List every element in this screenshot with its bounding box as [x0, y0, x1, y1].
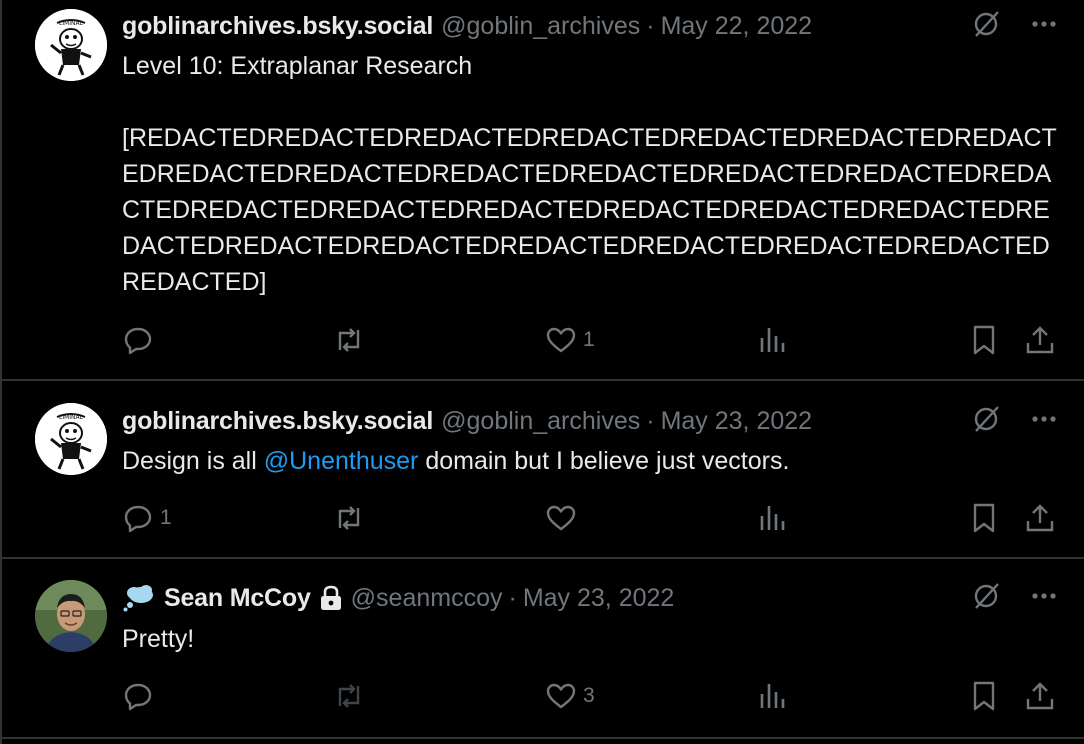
- post-text-segment: Design is all: [122, 447, 264, 475]
- post-header: goblinarchives.bsky.social @goblin_archi…: [122, 9, 812, 43]
- share-button[interactable]: [1024, 322, 1056, 358]
- repost-icon: [338, 506, 360, 530]
- svg-text:LIMINAL: LIMINAL: [59, 414, 84, 421]
- display-name[interactable]: goblinarchives.bsky.social: [122, 12, 433, 41]
- separator: ·: [646, 11, 655, 40]
- goblin-avatar-image: LIMINAL: [35, 9, 107, 81]
- more-icon[interactable]: [1030, 405, 1058, 438]
- bookmark-button[interactable]: [970, 678, 998, 714]
- like-button[interactable]: 1: [545, 322, 595, 358]
- thought-bubble-icon: [122, 584, 156, 612]
- user-handle[interactable]: @seanmccoy: [351, 584, 503, 613]
- like-count: 3: [583, 684, 595, 707]
- post-text: Pretty!: [122, 625, 195, 653]
- hidden-slash-icon[interactable]: [970, 580, 1002, 617]
- reply-button[interactable]: [122, 322, 160, 358]
- svg-text:LIMINAL: LIMINAL: [59, 20, 84, 27]
- post-actions: 1: [122, 322, 1062, 358]
- post-actions: 3: [122, 678, 1062, 714]
- views-button[interactable]: [758, 322, 786, 358]
- post-header: Sean McCoy @seanmccoy · May 23, 2022: [122, 581, 674, 615]
- post-date[interactable]: May 23, 2022: [661, 407, 813, 436]
- lock-icon: [319, 584, 343, 612]
- share-icon: [1026, 504, 1054, 532]
- like-button[interactable]: 3: [545, 678, 595, 714]
- post-top-icons: [970, 404, 1058, 438]
- separator: ·: [508, 583, 517, 612]
- post-top-icons: [970, 9, 1058, 43]
- share-icon: [1026, 682, 1054, 710]
- bookmark-button[interactable]: [970, 322, 998, 358]
- repost-icon: [338, 684, 360, 708]
- display-name[interactable]: goblinarchives.bsky.social: [122, 407, 433, 436]
- user-handle[interactable]: @goblin_archives: [441, 12, 640, 41]
- views-button[interactable]: [758, 678, 786, 714]
- user-handle[interactable]: @goblin_archives: [441, 407, 640, 436]
- post-text-segment: domain but I believe just vectors.: [418, 447, 790, 475]
- post-text-line: Level 10: Extraplanar Research: [122, 52, 473, 80]
- reply-count: 1: [160, 506, 172, 529]
- avatar[interactable]: LIMINAL: [35, 9, 107, 81]
- mention-link[interactable]: @Unenthuser: [264, 447, 419, 475]
- share-icon: [1026, 326, 1054, 354]
- heart-icon: [546, 683, 576, 709]
- reply-button[interactable]: 1: [122, 500, 172, 536]
- hidden-slash-icon[interactable]: [970, 8, 1002, 45]
- goblin-avatar-image: LIMINAL: [35, 403, 107, 475]
- post-date[interactable]: May 22, 2022: [661, 12, 813, 41]
- more-icon[interactable]: [1030, 582, 1058, 615]
- reply-icon: [124, 327, 152, 355]
- reply-icon: [124, 683, 152, 711]
- bookmark-icon: [973, 681, 995, 711]
- user-photo-avatar: [35, 580, 107, 652]
- post-header: goblinarchives.bsky.social @goblin_archi…: [122, 404, 812, 438]
- post-text: Design is all @Unenthuser domain but I b…: [122, 443, 1062, 479]
- heart-icon: [546, 505, 576, 531]
- avatar[interactable]: LIMINAL: [35, 403, 107, 475]
- post-text: Level 10: Extraplanar Research [REDACTED…: [122, 48, 1062, 300]
- repost-button[interactable]: [332, 678, 372, 714]
- separator: ·: [646, 406, 655, 435]
- reply-icon: [124, 505, 152, 533]
- share-button[interactable]: [1024, 500, 1056, 536]
- post-date[interactable]: May 23, 2022: [523, 584, 675, 613]
- views-button[interactable]: [758, 500, 786, 536]
- bookmark-button[interactable]: [970, 500, 998, 536]
- avatar[interactable]: [35, 580, 107, 652]
- repost-button[interactable]: [332, 322, 372, 358]
- post[interactable]: LIMINAL goblinarchives.bsky.social @gobl…: [2, 381, 1084, 559]
- bookmark-icon: [973, 325, 995, 355]
- post-text-line: [REDACTEDREDACTEDREDACTEDREDACTEDREDACTE…: [122, 124, 1057, 296]
- views-icon: [760, 506, 785, 530]
- reply-button[interactable]: [122, 678, 160, 714]
- heart-icon: [546, 327, 576, 353]
- views-icon: [760, 328, 785, 352]
- more-icon[interactable]: [1030, 10, 1058, 43]
- views-icon: [760, 684, 785, 708]
- like-button[interactable]: [545, 500, 583, 536]
- repost-button[interactable]: [332, 500, 372, 536]
- like-count: 1: [583, 328, 595, 351]
- hidden-slash-icon[interactable]: [970, 403, 1002, 440]
- post[interactable]: LIMINAL goblinarchives.bsky.social @gobl…: [2, 0, 1084, 381]
- display-name[interactable]: Sean McCoy: [164, 584, 311, 613]
- post-top-icons: [970, 581, 1058, 615]
- post[interactable]: Sean McCoy @seanmccoy · May 23, 2022 Pre…: [2, 559, 1084, 739]
- post-feed: LIMINAL goblinarchives.bsky.social @gobl…: [0, 0, 1084, 744]
- bookmark-icon: [973, 503, 995, 533]
- repost-icon: [338, 328, 360, 352]
- post-actions: 1: [122, 500, 1062, 536]
- share-button[interactable]: [1024, 678, 1056, 714]
